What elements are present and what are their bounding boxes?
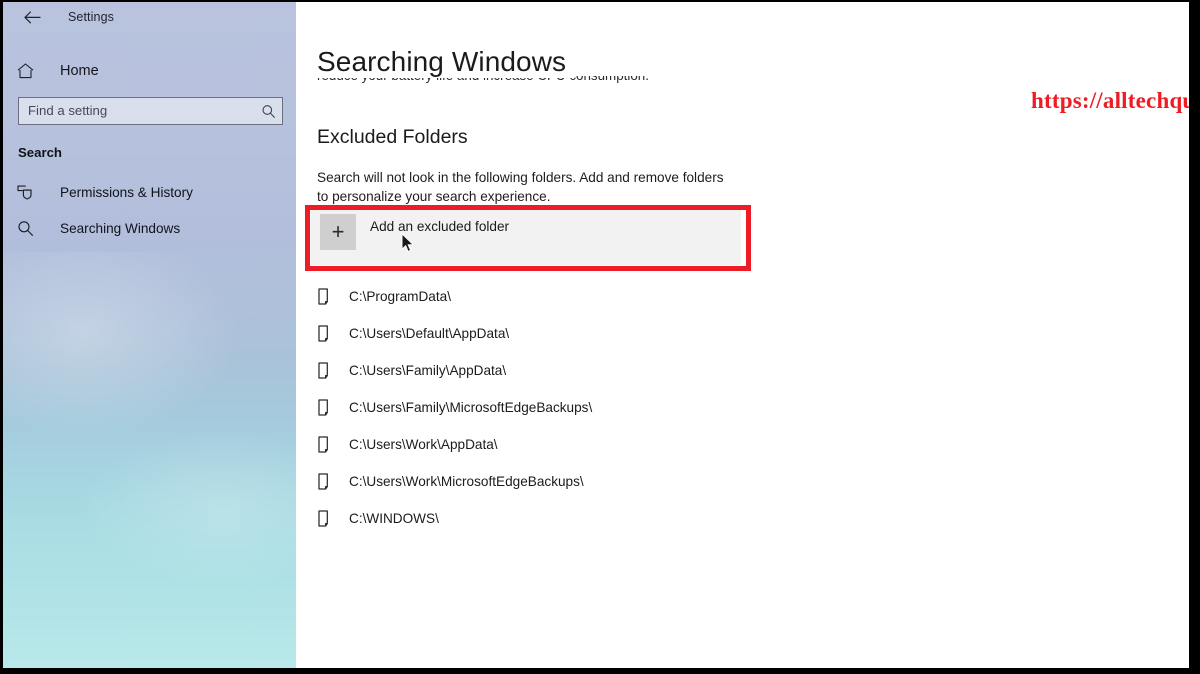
list-item[interactable]: C:\ProgramData\ xyxy=(311,278,871,315)
shield-history-icon xyxy=(17,184,43,200)
clipped-scrolled-text: reduce your battery life and increase CP… xyxy=(317,76,737,91)
sidebar-item-permissions-history-label: Permissions & History xyxy=(60,184,193,200)
list-item[interactable]: C:\Users\Family\MicrosoftEdgeBackups\ xyxy=(311,389,871,426)
list-item[interactable]: C:\WINDOWS\ xyxy=(311,500,871,537)
sidebar-group-header: Search xyxy=(18,145,62,160)
search-icon xyxy=(17,220,43,237)
document-folder-icon xyxy=(311,436,337,453)
app-title: Settings xyxy=(68,10,114,24)
sidebar-item-home-label: Home xyxy=(60,63,99,79)
document-folder-icon xyxy=(311,288,337,305)
list-item[interactable]: C:\Users\Work\MicrosoftEdgeBackups\ xyxy=(311,463,871,500)
sidebar-nav-list: Permissions & History Searching Windows xyxy=(3,174,296,246)
document-folder-icon xyxy=(311,399,337,416)
list-item-label: C:\Users\Work\AppData\ xyxy=(349,437,498,452)
screenshot-frame: Settings Home Find a setting Search Perm… xyxy=(0,0,1200,674)
sidebar-item-home[interactable]: Home xyxy=(3,57,296,85)
back-arrow-icon[interactable] xyxy=(17,4,47,30)
watermark-url: https://alltechqueries.com/ xyxy=(1031,88,1189,113)
list-item[interactable]: C:\Users\Default\AppData\ xyxy=(311,315,871,352)
section-description: Search will not look in the following fo… xyxy=(317,170,724,204)
sidebar-item-searching-windows[interactable]: Searching Windows xyxy=(3,210,296,246)
page-title: Searching Windows xyxy=(317,46,575,78)
title-bar: Settings xyxy=(3,2,296,32)
settings-content: reduce your battery life and increase CP… xyxy=(296,2,1189,668)
sidebar-item-permissions-history[interactable]: Permissions & History xyxy=(3,174,296,210)
excluded-folders-list: C:\ProgramData\ C:\Users\Default\AppData… xyxy=(311,278,871,537)
add-excluded-folder-label: Add an excluded folder xyxy=(370,219,510,234)
document-folder-icon xyxy=(311,473,337,490)
home-icon xyxy=(17,63,43,79)
section-heading-excluded-folders: Excluded Folders xyxy=(317,126,468,148)
list-item-label: C:\Users\Work\MicrosoftEdgeBackups\ xyxy=(349,474,584,489)
settings-window: Settings Home Find a setting Search Perm… xyxy=(3,2,1189,668)
plus-icon: + xyxy=(320,214,356,250)
document-folder-icon xyxy=(311,325,337,342)
search-input-placeholder: Find a setting xyxy=(28,103,108,118)
search-icon[interactable] xyxy=(254,104,282,119)
search-input[interactable]: Find a setting xyxy=(18,97,283,125)
list-item-label: C:\Users\Family\MicrosoftEdgeBackups\ xyxy=(349,400,593,415)
list-item-label: C:\WINDOWS\ xyxy=(349,511,439,526)
list-item-label: C:\Users\Default\AppData\ xyxy=(349,326,510,341)
settings-sidebar: Settings Home Find a setting Search Perm… xyxy=(3,2,296,668)
add-excluded-folder-button[interactable]: + Add an excluded folder xyxy=(311,210,741,265)
list-item[interactable]: C:\Users\Work\AppData\ xyxy=(311,426,871,463)
sidebar-item-searching-windows-label: Searching Windows xyxy=(60,220,181,236)
list-item-label: C:\ProgramData\ xyxy=(349,289,451,304)
document-folder-icon xyxy=(311,510,337,527)
document-folder-icon xyxy=(311,362,337,379)
list-item-label: C:\Users\Family\AppData\ xyxy=(349,363,507,378)
list-item[interactable]: C:\Users\Family\AppData\ xyxy=(311,352,871,389)
